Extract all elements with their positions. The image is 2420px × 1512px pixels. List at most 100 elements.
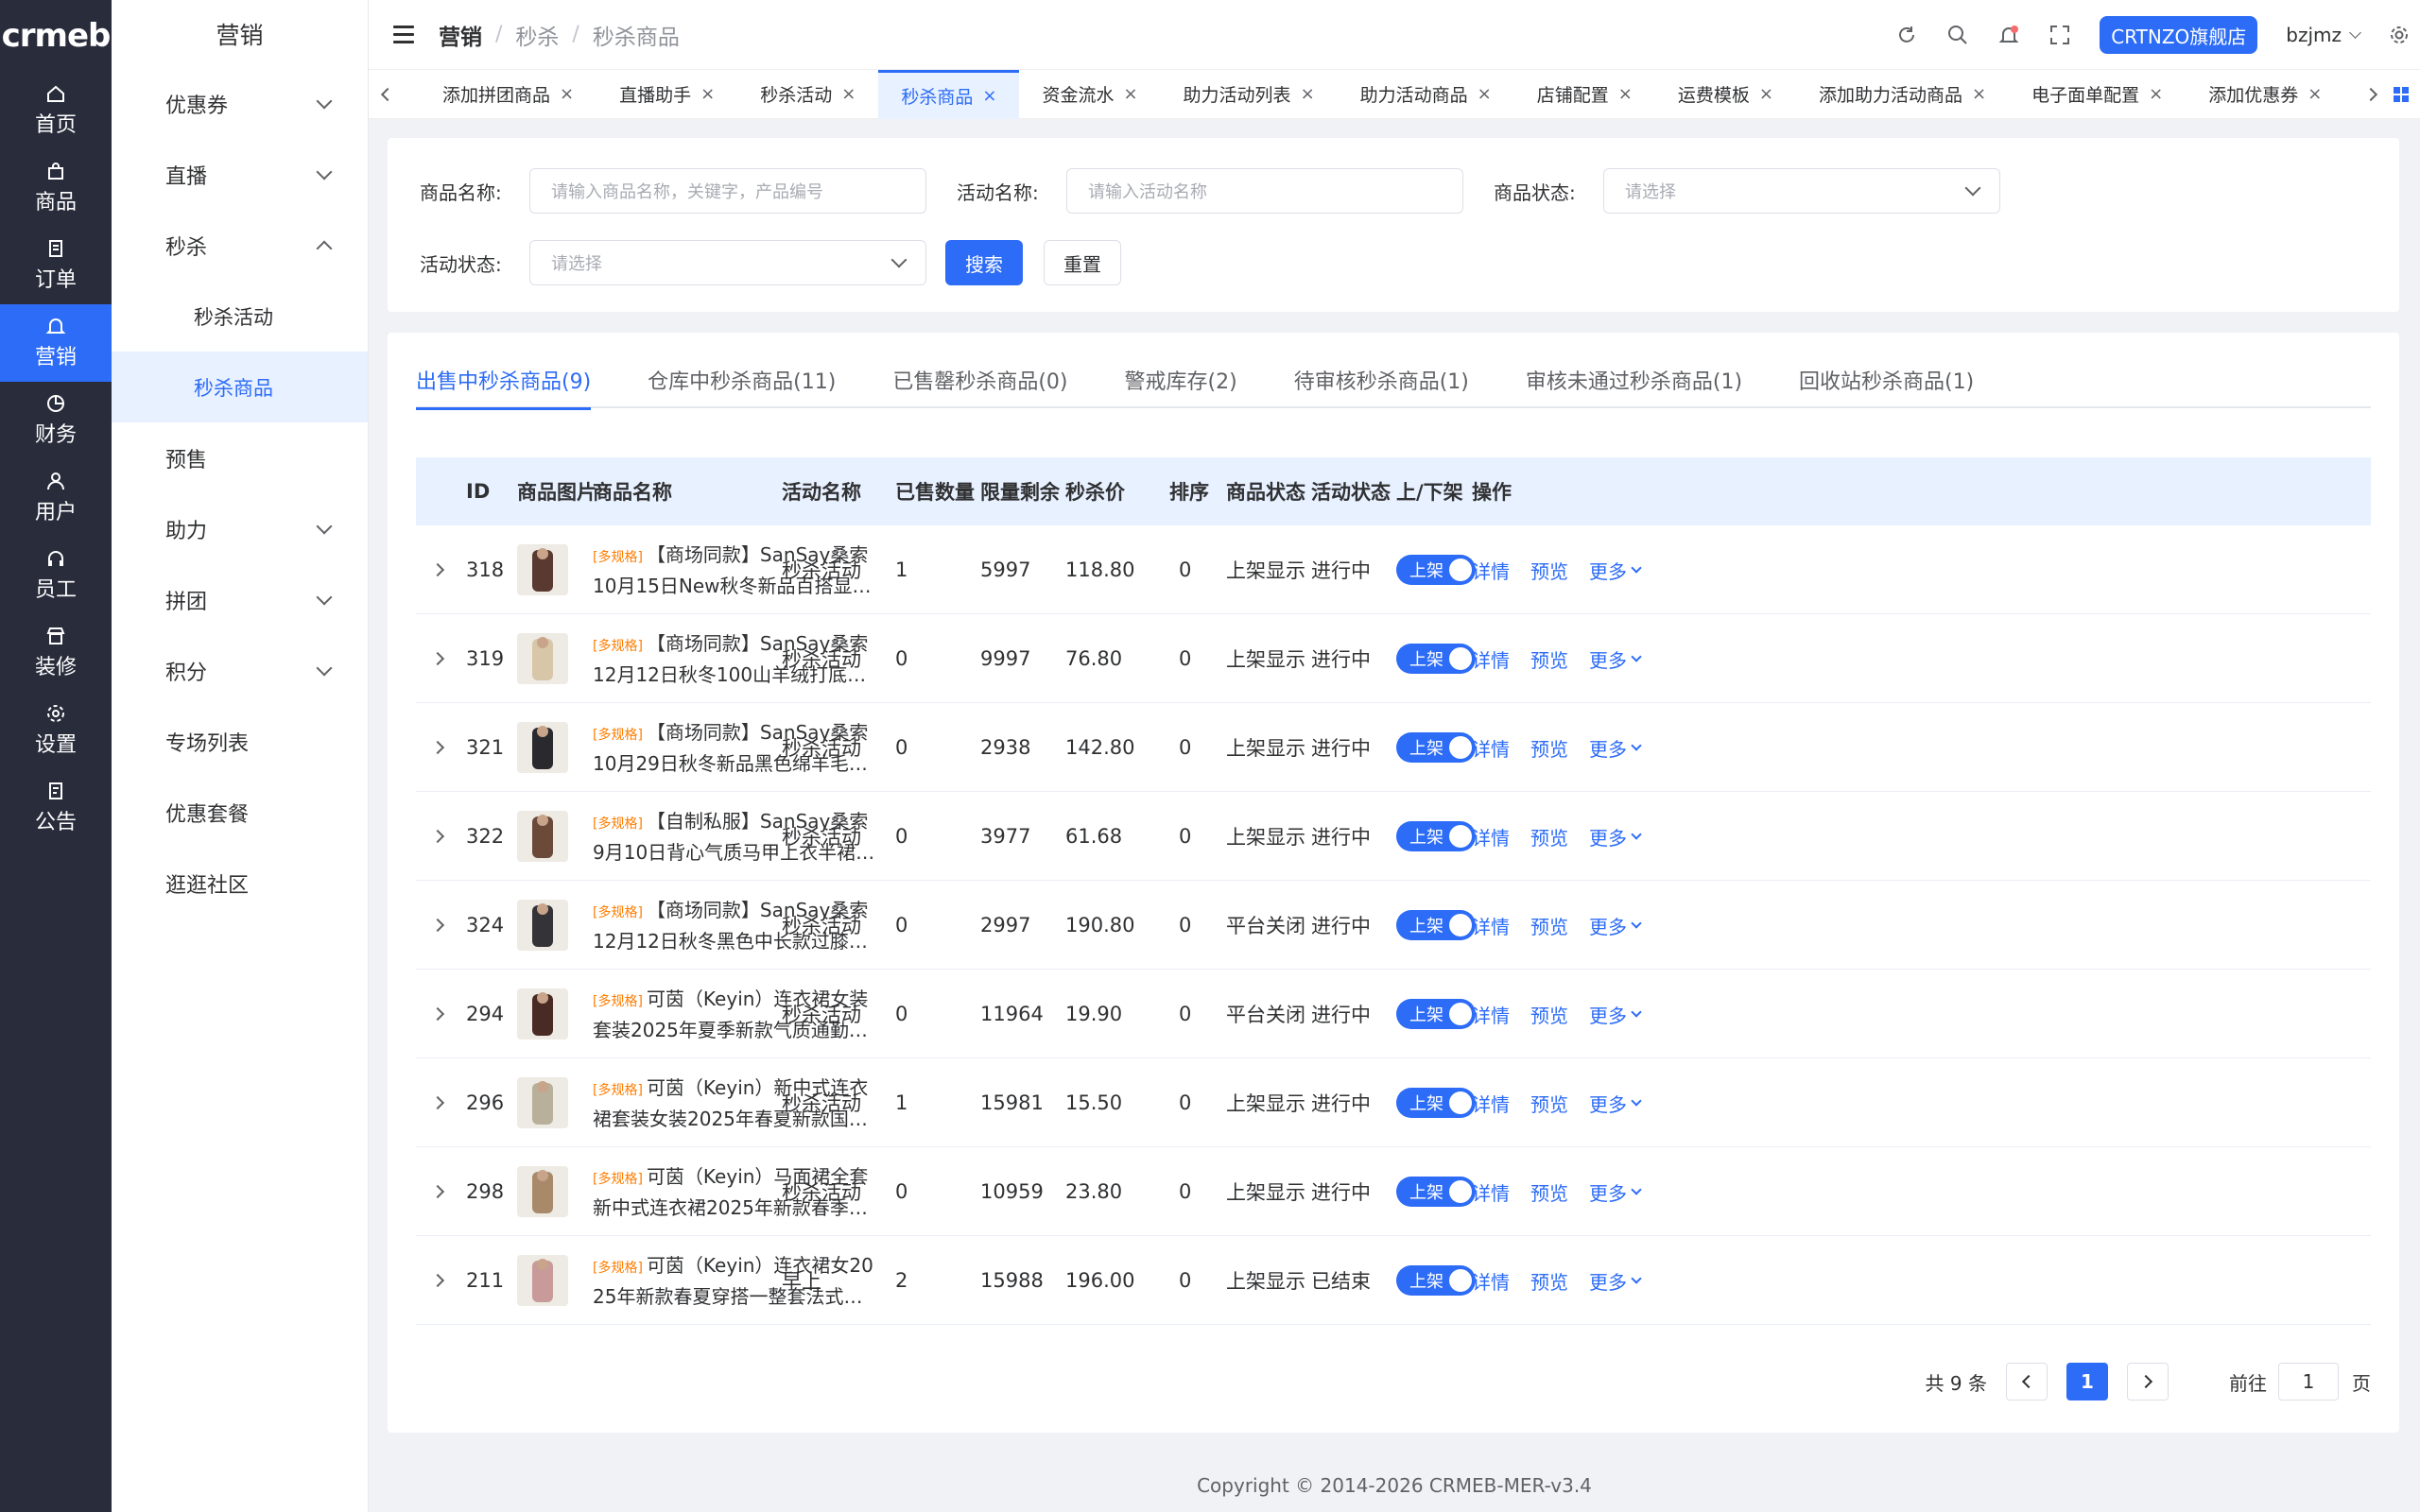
preview-link[interactable]: 预览 xyxy=(1530,645,1568,673)
close-icon[interactable]: × xyxy=(2149,84,2163,104)
tab-10[interactable]: 电子面单配置 × xyxy=(2009,70,2186,119)
expand-row-icon[interactable] xyxy=(430,1236,445,1325)
more-dropdown[interactable]: 更多 xyxy=(1589,1090,1642,1117)
detail-link[interactable]: 详情 xyxy=(1472,734,1510,762)
preview-link[interactable]: 预览 xyxy=(1530,1178,1568,1206)
status-tab-2[interactable]: 已售罄秒杀商品(0) xyxy=(892,352,1067,408)
more-dropdown[interactable]: 更多 xyxy=(1589,823,1642,850)
listing-toggle[interactable]: 上架 xyxy=(1396,910,1476,940)
more-dropdown[interactable]: 更多 xyxy=(1589,734,1642,762)
close-icon[interactable]: × xyxy=(841,84,856,104)
submenu-seckill-products[interactable]: 秒杀商品 xyxy=(112,352,368,422)
goto-page-input[interactable]: 1 xyxy=(2278,1363,2339,1400)
tab-1[interactable]: 直播助手 × xyxy=(596,70,737,119)
detail-link[interactable]: 详情 xyxy=(1472,823,1510,850)
status-tab-3[interactable]: 警戒库存(2) xyxy=(1125,352,1237,408)
more-dropdown[interactable]: 更多 xyxy=(1589,645,1642,673)
detail-link[interactable]: 详情 xyxy=(1472,1001,1510,1028)
preview-link[interactable]: 预览 xyxy=(1530,1001,1568,1028)
preview-link[interactable]: 预览 xyxy=(1530,912,1568,939)
settings-gear-icon[interactable] xyxy=(2388,24,2411,46)
prev-page-button[interactable] xyxy=(2006,1363,2048,1400)
detail-link[interactable]: 详情 xyxy=(1472,1090,1510,1117)
submenu-assist[interactable]: 助力 xyxy=(112,493,368,564)
preview-link[interactable]: 预览 xyxy=(1530,823,1568,850)
product-thumbnail[interactable] xyxy=(517,614,568,703)
breadcrumb-marketing[interactable]: 营销 xyxy=(439,19,482,51)
listing-toggle[interactable]: 上架 xyxy=(1396,732,1476,763)
expand-row-icon[interactable] xyxy=(430,1058,445,1147)
close-icon[interactable]: × xyxy=(1759,84,1773,104)
preview-link[interactable]: 预览 xyxy=(1530,734,1568,762)
preview-link[interactable]: 预览 xyxy=(1530,557,1568,584)
submenu-presale[interactable]: 预售 xyxy=(112,422,368,493)
close-icon[interactable]: × xyxy=(982,86,996,106)
tab-3[interactable]: 秒杀商品 × xyxy=(878,69,1020,119)
submenu-points[interactable]: 积分 xyxy=(112,635,368,706)
tab-6[interactable]: 助力活动商品 × xyxy=(1338,70,1514,119)
close-icon[interactable]: × xyxy=(560,84,574,104)
detail-link[interactable]: 详情 xyxy=(1472,645,1510,673)
expand-row-icon[interactable] xyxy=(430,1147,445,1236)
more-dropdown[interactable]: 更多 xyxy=(1589,1001,1642,1028)
submenu-live[interactable]: 直播 xyxy=(112,139,368,210)
expand-row-icon[interactable] xyxy=(430,881,445,970)
product-thumbnail[interactable] xyxy=(517,703,568,792)
listing-toggle[interactable]: 上架 xyxy=(1396,999,1476,1029)
rail-item-home[interactable]: 首页 xyxy=(0,72,112,149)
product-status-select[interactable]: 请选择 xyxy=(1603,168,2000,214)
menu-toggle-icon[interactable] xyxy=(393,26,414,43)
detail-link[interactable]: 详情 xyxy=(1472,1178,1510,1206)
submenu-bundles[interactable]: 优惠套餐 xyxy=(112,777,368,848)
page-1-button[interactable]: 1 xyxy=(2066,1363,2108,1400)
store-button[interactable]: CRTNZO旗舰店 xyxy=(2100,16,2258,54)
fullscreen-icon[interactable] xyxy=(2048,24,2071,46)
listing-toggle[interactable]: 上架 xyxy=(1396,644,1476,674)
product-thumbnail[interactable] xyxy=(517,792,568,881)
more-dropdown[interactable]: 更多 xyxy=(1589,1267,1642,1295)
tab-9[interactable]: 添加助力活动商品 × xyxy=(1796,70,2009,119)
status-tab-4[interactable]: 待审核秒杀商品(1) xyxy=(1294,352,1469,408)
listing-toggle[interactable]: 上架 xyxy=(1396,1265,1476,1296)
more-dropdown[interactable]: 更多 xyxy=(1589,557,1642,584)
rail-item-headset[interactable]: 员工 xyxy=(0,537,112,614)
notification-bell-icon[interactable] xyxy=(1997,24,2020,46)
expand-row-icon[interactable] xyxy=(430,792,445,881)
close-icon[interactable]: × xyxy=(2308,84,2322,104)
tab-11[interactable]: 添加优惠券 × xyxy=(2186,70,2344,119)
product-thumbnail[interactable] xyxy=(517,1236,568,1325)
submenu-seckill[interactable]: 秒杀 xyxy=(112,210,368,281)
rail-item-bag[interactable]: 商品 xyxy=(0,149,112,227)
close-icon[interactable]: × xyxy=(700,84,715,104)
tabs-scroll-left-icon[interactable] xyxy=(376,87,399,101)
status-tab-5[interactable]: 审核未通过秒杀商品(1) xyxy=(1526,352,1742,408)
expand-row-icon[interactable] xyxy=(430,614,445,703)
submenu-community[interactable]: 逛逛社区 xyxy=(112,848,368,919)
expand-row-icon[interactable] xyxy=(430,970,445,1058)
rail-item-shop[interactable]: 装修 xyxy=(0,614,112,692)
breadcrumb-seckill[interactable]: 秒杀 xyxy=(515,19,559,51)
preview-link[interactable]: 预览 xyxy=(1530,1267,1568,1295)
product-name-input[interactable]: 请输入商品名称，关键字，产品编号 xyxy=(529,168,926,214)
submenu-topics[interactable]: 专场列表 xyxy=(112,706,368,777)
close-icon[interactable]: × xyxy=(1972,84,1986,104)
rail-item-user[interactable]: 用户 xyxy=(0,459,112,537)
detail-link[interactable]: 详情 xyxy=(1472,912,1510,939)
status-tab-0[interactable]: 出售中秒杀商品(9) xyxy=(416,352,592,410)
rail-item-gear[interactable]: 设置 xyxy=(0,692,112,769)
close-icon[interactable]: × xyxy=(1123,84,1137,104)
next-page-button[interactable] xyxy=(2127,1363,2169,1400)
search-icon[interactable] xyxy=(1946,24,1969,46)
more-dropdown[interactable]: 更多 xyxy=(1589,1178,1642,1206)
submenu-coupon[interactable]: 优惠券 xyxy=(112,68,368,139)
submenu-seckill-activity[interactable]: 秒杀活动 xyxy=(112,281,368,352)
rail-item-order[interactable]: 订单 xyxy=(0,227,112,304)
activity-name-input[interactable]: 请输入活动名称 xyxy=(1066,168,1463,214)
activity-status-select[interactable]: 请选择 xyxy=(529,240,926,285)
product-thumbnail[interactable] xyxy=(517,1058,568,1147)
tabs-scroll-right-icon[interactable] xyxy=(2360,87,2382,101)
expand-row-icon[interactable] xyxy=(430,525,445,614)
listing-toggle[interactable]: 上架 xyxy=(1396,821,1476,851)
rail-item-notice[interactable]: 公告 xyxy=(0,769,112,847)
close-icon[interactable]: × xyxy=(1618,84,1633,104)
